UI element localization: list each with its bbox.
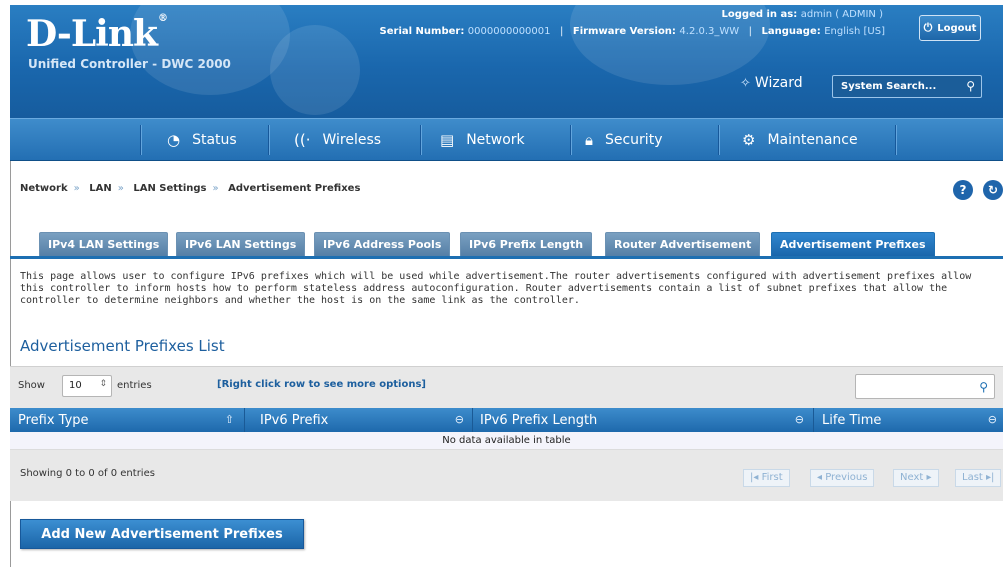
- wizard-link[interactable]: ✧ Wizard: [740, 75, 803, 91]
- breadcrumb-lan[interactable]: LAN: [89, 183, 111, 194]
- serial-number: 0000000000001: [467, 26, 551, 37]
- page-description: This page allows user to configure IPv6 …: [20, 271, 972, 306]
- sort-icon: ⊖: [987, 413, 997, 426]
- nav-divider: [895, 125, 896, 155]
- header-banner: D-Link® Unified Controller - DWC 2000 Lo…: [10, 5, 1003, 118]
- column-ipv6-prefix-length[interactable]: IPv6 Prefix Length ⊖: [480, 408, 810, 432]
- tab-strip: IPv4 LAN Settings IPv6 LAN Settings IPv6…: [10, 228, 1003, 259]
- tab-advertisement-prefixes[interactable]: Advertisement Prefixes: [771, 232, 935, 256]
- gauge-icon: ◔: [167, 130, 181, 149]
- column-life-time[interactable]: Life Time ⊖: [822, 408, 1003, 432]
- prev-icon: ◂: [817, 472, 826, 483]
- login-status: Logged in as: admin ( ADMIN ): [721, 9, 883, 20]
- first-icon: |◂: [750, 472, 762, 483]
- pager-last-button[interactable]: Last ▸|: [955, 469, 1002, 487]
- tab-ipv4-lan-settings[interactable]: IPv4 LAN Settings: [39, 232, 169, 256]
- tab-ipv6-prefix-length[interactable]: IPv6 Prefix Length: [460, 232, 593, 256]
- search-icon: ⚲: [979, 380, 988, 394]
- nav-divider: [140, 125, 141, 155]
- nav-status[interactable]: ◔ Status: [167, 119, 237, 160]
- show-label: Show: [18, 380, 45, 391]
- breadcrumb-current: Advertisement Prefixes: [228, 183, 361, 194]
- add-new-prefix-button[interactable]: Add New Advertisement Prefixes: [20, 519, 304, 549]
- nav-maintenance[interactable]: ⚙ Maintenance: [742, 119, 858, 160]
- question-icon: ?: [959, 183, 967, 197]
- pager-previous-button[interactable]: ◂ Previous: [810, 469, 875, 487]
- refresh-icon: ↻: [987, 183, 999, 197]
- decor-glow: [270, 25, 360, 115]
- product-subtitle: Unified Controller - DWC 2000: [28, 57, 231, 71]
- system-search-input[interactable]: System Search... ⚲: [832, 75, 982, 98]
- entries-select[interactable]: 10 ⇕: [62, 375, 112, 397]
- nav-divider: [268, 125, 269, 155]
- column-prefix-type[interactable]: Prefix Type ⇧: [18, 408, 240, 432]
- tab-ipv6-lan-settings[interactable]: IPv6 LAN Settings: [176, 232, 306, 256]
- table-search-input[interactable]: ⚲: [855, 374, 995, 399]
- sort-icon: ⊖: [454, 413, 464, 426]
- nav-network[interactable]: ▤ Network: [440, 119, 525, 160]
- pager-next-button[interactable]: Next ▸: [893, 469, 939, 487]
- breadcrumb-network[interactable]: Network: [20, 183, 68, 194]
- last-icon: ▸|: [982, 472, 995, 483]
- table-toolbar: Show 10 ⇕ entries [Right click row to se…: [10, 366, 1003, 408]
- dlink-logo: D-Link®: [26, 13, 168, 55]
- refresh-button[interactable]: ↻: [983, 180, 1003, 200]
- sort-icon: ⊖: [794, 413, 804, 426]
- pager-first-button[interactable]: |◂ First: [743, 469, 790, 487]
- logged-in-user: admin ( ADMIN ): [800, 9, 883, 20]
- power-icon: ⏻: [923, 21, 933, 34]
- breadcrumb: Network» LAN» LAN Settings» Advertisemen…: [20, 183, 361, 194]
- table-header: Prefix Type ⇧ IPv6 Prefix ⊖ IPv6 Prefix Le…: [10, 408, 1003, 432]
- sort-asc-icon: ⇧: [224, 413, 234, 426]
- gears-icon: ⚙: [742, 130, 756, 149]
- entries-label: entries: [117, 380, 152, 391]
- section-title: Advertisement Prefixes List: [20, 337, 225, 355]
- column-divider: [813, 408, 814, 432]
- table-footer: Showing 0 to 0 of 0 entries |◂ First ◂ P…: [10, 450, 1003, 501]
- nav-security[interactable]: 🔒︎ Security: [585, 119, 662, 160]
- nav-divider: [570, 125, 571, 155]
- language-link[interactable]: English [US]: [824, 26, 885, 37]
- tab-ipv6-address-pools[interactable]: IPv6 Address Pools: [314, 232, 451, 256]
- main-navbar: ◔ Status ((· Wireless ▤ Network 🔒︎ Security …: [10, 118, 1003, 161]
- logout-button[interactable]: ⏻ Logout: [919, 15, 981, 41]
- nav-divider: [420, 125, 421, 155]
- breadcrumb-lan-settings[interactable]: LAN Settings: [133, 183, 206, 194]
- magic-wand-icon: ✧: [740, 76, 751, 91]
- nav-divider: [718, 125, 719, 155]
- empty-table-row: No data available in table: [10, 432, 1003, 450]
- entries-info: Showing 0 to 0 of 0 entries: [20, 468, 155, 479]
- device-info: Serial Number: 0000000000001 | Firmware …: [379, 26, 885, 37]
- column-divider: [472, 408, 473, 432]
- next-icon: ▸: [923, 472, 932, 483]
- column-divider: [244, 408, 245, 432]
- help-button[interactable]: ?: [953, 180, 973, 200]
- nav-wireless[interactable]: ((· Wireless: [294, 119, 381, 160]
- right-click-hint: [Right click row to see more options]: [217, 379, 426, 390]
- column-ipv6-prefix[interactable]: IPv6 Prefix ⊖: [260, 408, 470, 432]
- search-icon: ⚲: [966, 79, 975, 93]
- wifi-icon: ((·: [294, 130, 311, 149]
- firmware-version: 4.2.0.3_WW: [679, 26, 740, 37]
- tab-router-advertisement[interactable]: Router Advertisement: [605, 232, 761, 256]
- lock-icon: 🔒︎: [585, 130, 593, 149]
- monitor-icon: ▤: [440, 130, 455, 149]
- stepper-icon: ⇕: [99, 379, 107, 389]
